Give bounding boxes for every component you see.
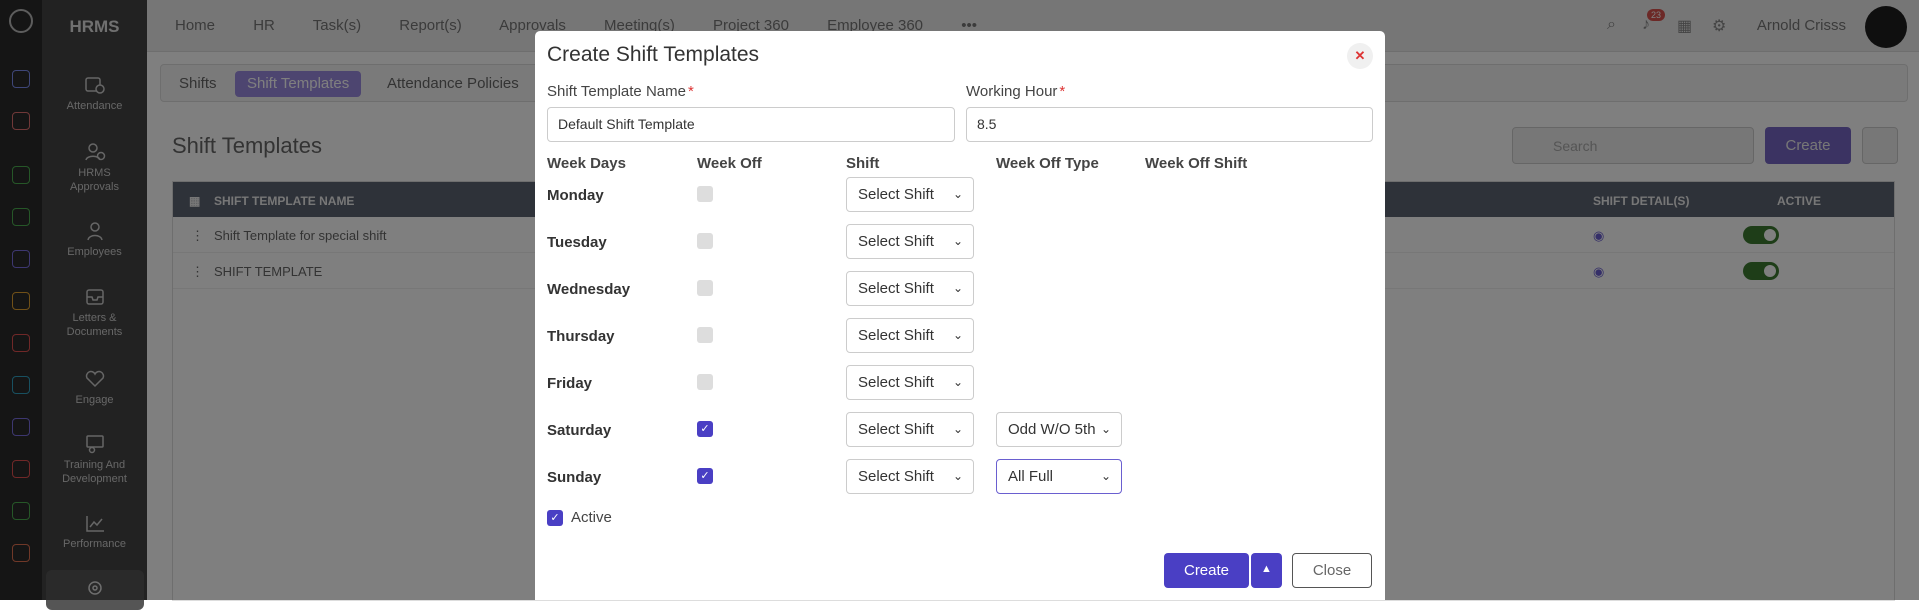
modal-create-button[interactable]: Create: [1164, 553, 1249, 588]
col-week-off-type: Week Off Type: [996, 155, 1099, 172]
week-day-label: Monday: [547, 187, 604, 204]
template-name-label: Shift Template Name *: [547, 83, 694, 100]
week-off-checkbox[interactable]: ✓: [697, 468, 713, 484]
col-week-off: Week Off: [697, 155, 762, 172]
chevron-down-icon: ⌄: [952, 281, 963, 295]
col-week-off-shift: Week Off Shift: [1145, 155, 1248, 172]
chevron-down-icon: ⌄: [1100, 469, 1111, 483]
shift-select-value: Select Shift: [858, 421, 934, 438]
create-shift-template-modal: Create Shift Templates ✕ Shift Template …: [535, 31, 1385, 600]
template-name-field[interactable]: Default Shift Template: [547, 107, 955, 142]
shift-select[interactable]: Select Shift ⌄: [846, 365, 974, 400]
week-off-type-value: All Full: [1008, 468, 1054, 485]
working-hour-label: Working Hour *: [966, 83, 1066, 100]
week-off-checkbox[interactable]: [697, 280, 713, 296]
shift-select[interactable]: Select Shift ⌄: [846, 412, 974, 447]
week-day-label: Tuesday: [547, 234, 607, 251]
shift-select-value: Select Shift: [858, 186, 934, 203]
week-off-checkbox[interactable]: ✓: [697, 421, 713, 437]
week-off-checkbox[interactable]: [697, 233, 713, 249]
week-off-type-select[interactable]: Odd W/O 5th ⌄: [996, 412, 1122, 447]
chevron-down-icon: ⌄: [952, 234, 963, 248]
shift-select-value: Select Shift: [858, 327, 934, 344]
week-off-checkbox[interactable]: [697, 374, 713, 390]
week-day-label: Sunday: [547, 469, 602, 486]
shift-select-value: Select Shift: [858, 374, 934, 391]
week-day-label: Thursday: [547, 328, 615, 345]
shift-select[interactable]: Select Shift ⌄: [846, 177, 974, 212]
shift-select[interactable]: Select Shift ⌄: [846, 318, 974, 353]
week-day-label: Wednesday: [547, 281, 631, 298]
chevron-down-icon: ⌄: [952, 375, 963, 389]
week-off-checkbox[interactable]: [697, 186, 713, 202]
col-shift: Shift: [846, 155, 880, 172]
week-day-label: Saturday: [547, 422, 612, 439]
working-hour-field[interactable]: 8.5: [966, 107, 1373, 142]
chevron-down-icon: ⌄: [952, 328, 963, 342]
shift-select-value: Select Shift: [858, 468, 934, 485]
active-label: Active: [571, 509, 612, 526]
col-week-days: Week Days: [547, 155, 626, 172]
modal-close-button[interactable]: Close: [1292, 553, 1372, 588]
shift-select[interactable]: Select Shift ⌄: [846, 271, 974, 306]
shift-select[interactable]: Select Shift ⌄: [846, 459, 974, 494]
caret-up-icon[interactable]: ▲: [1251, 553, 1282, 588]
chevron-down-icon: ⌄: [952, 469, 963, 483]
chevron-down-icon: ⌄: [1100, 422, 1111, 436]
week-off-checkbox[interactable]: [697, 327, 713, 343]
week-off-type-value: Odd W/O 5th: [1008, 421, 1096, 438]
week-off-type-select[interactable]: All Full ⌄: [996, 459, 1122, 494]
chevron-down-icon: ⌄: [952, 187, 963, 201]
week-day-label: Friday: [547, 375, 593, 392]
shift-select-value: Select Shift: [858, 280, 934, 297]
modal-title: Create Shift Templates: [547, 43, 760, 66]
close-icon[interactable]: ✕: [1347, 43, 1373, 69]
active-checkbox[interactable]: ✓: [547, 510, 563, 526]
shift-select-value: Select Shift: [858, 233, 934, 250]
chevron-down-icon: ⌄: [952, 422, 963, 436]
shift-select[interactable]: Select Shift ⌄: [846, 224, 974, 259]
